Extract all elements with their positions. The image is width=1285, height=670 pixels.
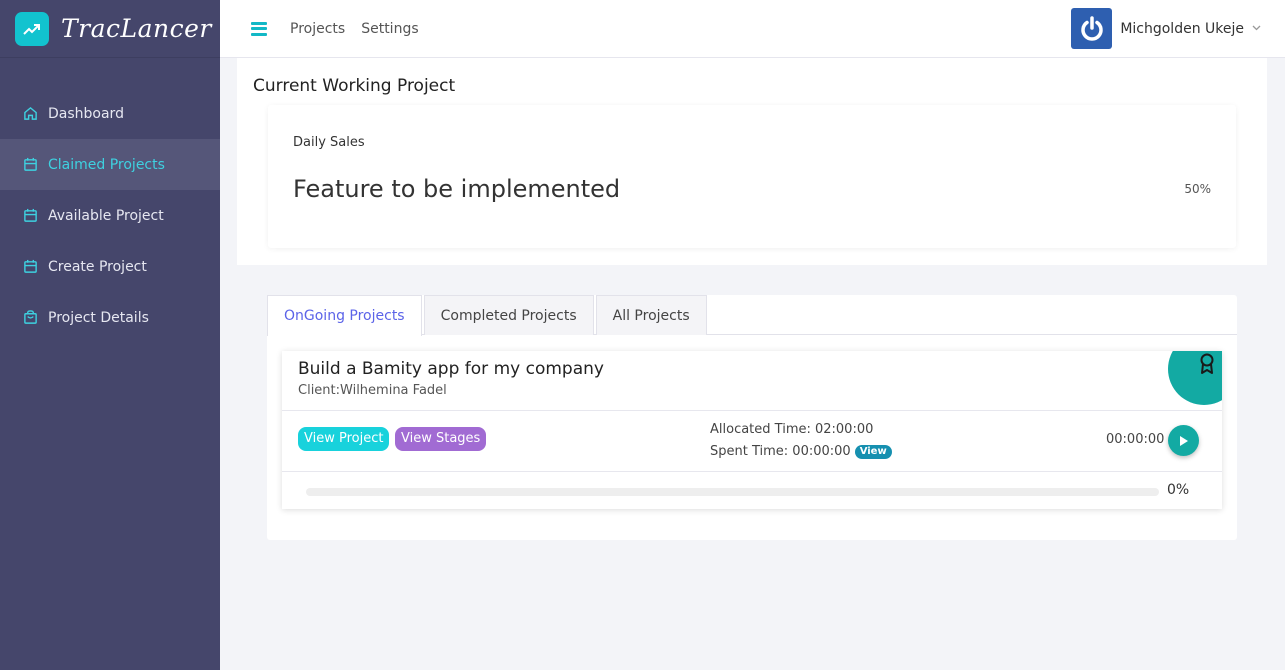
sidebar-item-claimed-projects[interactable]: Claimed Projects [0, 139, 220, 190]
view-spent-badge[interactable]: View [854, 444, 892, 459]
projects-tabs-panel: OnGoing Projects Completed Projects All … [267, 295, 1237, 540]
sidebar-item-label: Available Project [48, 207, 164, 224]
card-divider [282, 471, 1222, 472]
project-title: Build a Bamity app for my company [298, 359, 604, 379]
chevron-down-icon [1252, 23, 1261, 34]
play-icon [1179, 435, 1188, 446]
menu-icon[interactable] [251, 21, 267, 36]
top-link-settings[interactable]: Settings [361, 21, 418, 37]
sidebar-item-label: Project Details [48, 309, 149, 326]
tab-ongoing-projects[interactable]: OnGoing Projects [267, 295, 422, 336]
bag-icon [22, 310, 38, 326]
current-project-heading: Current Working Project [253, 76, 456, 96]
sidebar-item-label: Dashboard [48, 105, 124, 122]
card-divider [282, 410, 1222, 411]
sidebar-item-available-project[interactable]: Available Project [0, 190, 220, 241]
award-icon [1168, 351, 1222, 405]
sales-feature: Feature to be implemented [293, 175, 621, 203]
project-client: Client:Wilhemina Fadel [298, 383, 447, 398]
spent-time-row: Spent Time: 00:00:00 View [710, 444, 892, 459]
top-bar: Projects Settings Michgolden Ukeje [220, 0, 1285, 58]
tab-completed-projects[interactable]: Completed Projects [423, 295, 594, 335]
sidebar-nav: Dashboard Claimed Projects Available Pro… [0, 88, 220, 343]
view-stages-button[interactable]: View Stages [395, 427, 487, 451]
calendar-icon [22, 208, 38, 224]
spent-time: Spent Time: 00:00:00 [710, 444, 851, 459]
calendar-icon [22, 157, 38, 173]
home-icon [22, 106, 38, 122]
progress-percent: 0% [1167, 482, 1190, 498]
tab-all-projects[interactable]: All Projects [595, 295, 707, 335]
view-project-button[interactable]: View Project [298, 427, 390, 451]
calendar-icon [22, 259, 38, 275]
sidebar-item-dashboard[interactable]: Dashboard [0, 88, 220, 139]
sales-label: Daily Sales [293, 135, 365, 150]
project-card: Build a Bamity app for my company Client… [282, 351, 1222, 509]
sidebar: TracLancer Dashboard Claimed Projects Av… [0, 0, 220, 670]
sidebar-item-label: Claimed Projects [48, 156, 165, 173]
sidebar-item-create-project[interactable]: Create Project [0, 241, 220, 292]
current-project-panel: Current Working Project Daily Sales Feat… [237, 58, 1267, 265]
brand[interactable]: TracLancer [0, 0, 220, 58]
daily-sales-card: Daily Sales Feature to be implemented 50… [268, 105, 1236, 248]
tab-bar: OnGoing Projects Completed Projects All … [267, 295, 1237, 336]
trending-up-icon [15, 11, 49, 46]
timer-display: 00:00:00 [1106, 432, 1165, 447]
progress-bar [306, 488, 1159, 496]
allocated-time: Allocated Time: 02:00:00 [710, 422, 874, 437]
user-name: Michgolden Ukeje [1120, 20, 1244, 37]
play-button[interactable] [1168, 425, 1199, 456]
sidebar-item-label: Create Project [48, 258, 147, 275]
sidebar-item-project-details[interactable]: Project Details [0, 292, 220, 343]
sales-percent: 50% [1184, 182, 1211, 196]
power-icon [1071, 8, 1113, 49]
brand-name: TracLancer [61, 14, 212, 43]
top-link-projects[interactable]: Projects [290, 21, 345, 37]
user-menu[interactable]: Michgolden Ukeje [1071, 8, 1261, 49]
